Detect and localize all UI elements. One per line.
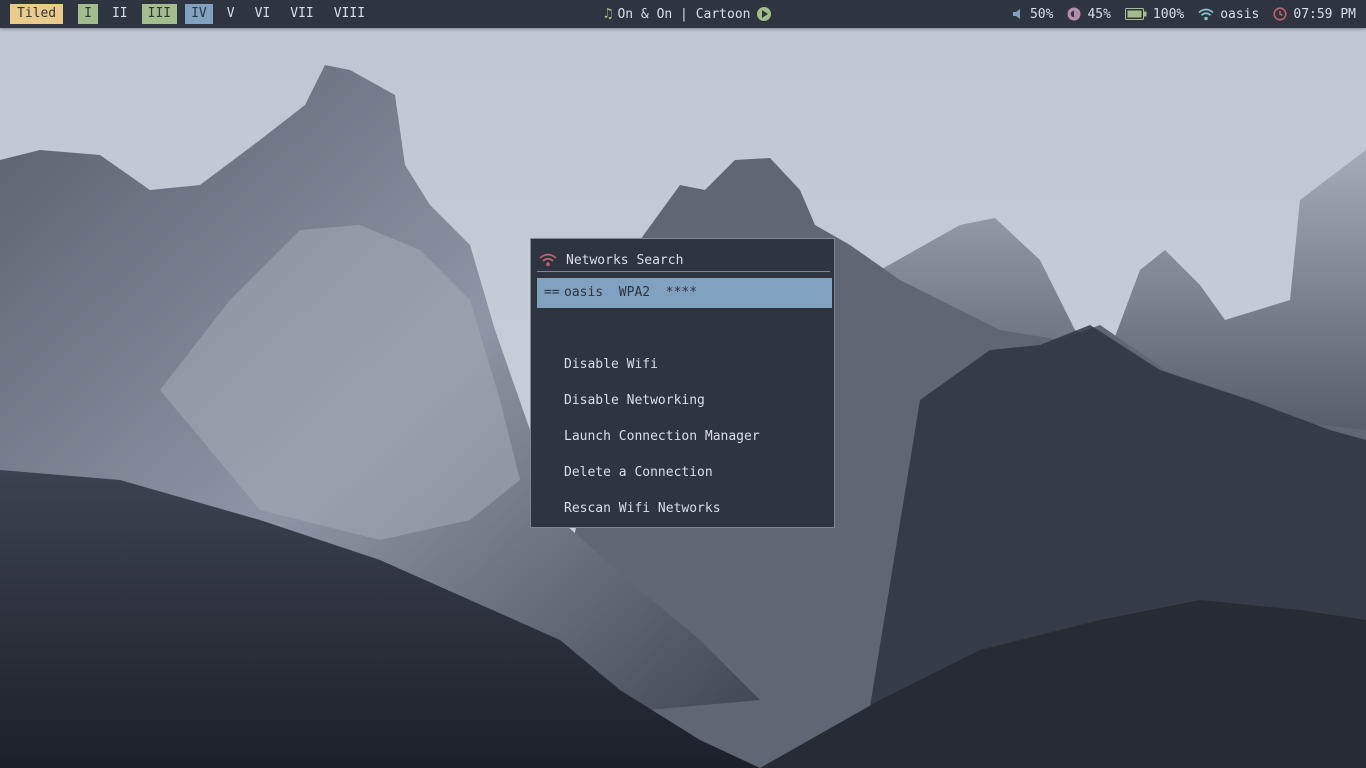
brightness-module[interactable]: 45% (1067, 6, 1111, 22)
clock-icon (1273, 7, 1287, 21)
layout-indicator[interactable]: Tiled (10, 4, 64, 24)
network-entry-label: oasis WPA2 **** (564, 285, 698, 300)
bar-left-section: Tiled I II III IV V VI VII VIII (10, 4, 379, 24)
menu-item-rescan-wifi[interactable]: Rescan Wifi Networks (537, 494, 832, 524)
workspace-2[interactable]: II (106, 4, 134, 24)
menu-item-disable-networking[interactable]: Disable Networking (537, 386, 832, 416)
menu-item-label: Disable Wifi (564, 357, 658, 372)
brightness-icon (1067, 7, 1081, 21)
workspace-1[interactable]: I (78, 4, 98, 24)
networks-menu: Networks Search == oasis WPA2 **** Disab… (530, 238, 835, 528)
music-player[interactable]: ♫ On & On | Cartoon (604, 4, 771, 24)
status-modules: 50% 45% 100% oasis 07:59 PM (998, 4, 1356, 24)
wifi-icon (539, 253, 557, 267)
workspace-7[interactable]: VII (284, 4, 319, 24)
menu-prompt[interactable]: Networks Search (537, 249, 830, 271)
now-playing-title: On & On | Cartoon (617, 6, 751, 22)
music-note-icon: ♫ (604, 6, 613, 22)
menu-item-label: Rescan Wifi Networks (564, 501, 721, 516)
volume-module[interactable]: 50% (1012, 7, 1053, 22)
clock-time: 07:59 PM (1293, 6, 1356, 22)
speaker-icon (1012, 8, 1024, 20)
menu-item-label: Launch Connection Manager (564, 429, 760, 444)
workspace-6[interactable]: VI (249, 4, 277, 24)
menu-item-label: Delete a Connection (564, 465, 713, 480)
clock-module[interactable]: 07:59 PM (1273, 7, 1356, 22)
battery-module: 100% (1124, 6, 1185, 22)
workspace-8[interactable]: VIII (328, 4, 371, 24)
wifi-icon (1198, 8, 1214, 21)
menu-item-disable-wifi[interactable]: Disable Wifi (537, 350, 832, 380)
menu-item-launch-connection-manager[interactable]: Launch Connection Manager (537, 422, 832, 452)
top-bar: Tiled I II III IV V VI VII VIII ♫ On & O… (0, 0, 1366, 28)
battery-icon (1124, 8, 1147, 20)
menu-divider (537, 271, 830, 272)
network-entry-oasis[interactable]: == oasis WPA2 **** (537, 278, 832, 308)
workspace-3[interactable]: III (141, 4, 178, 24)
volume-value: 50% (1029, 6, 1054, 22)
network-module[interactable]: oasis (1198, 7, 1259, 22)
battery-value: 100% (1152, 6, 1185, 22)
menu-item-label: Disable Networking (564, 393, 705, 408)
workspace-5[interactable]: V (221, 4, 241, 24)
network-name: oasis (1220, 6, 1260, 22)
menu-item-delete-connection[interactable]: Delete a Connection (537, 458, 832, 488)
menu-title: Networks Search (566, 252, 684, 268)
workspace-4[interactable]: IV (185, 4, 213, 24)
brightness-value: 45% (1087, 6, 1111, 22)
network-entry-marker: == (544, 285, 560, 300)
play-icon[interactable] (756, 7, 771, 21)
